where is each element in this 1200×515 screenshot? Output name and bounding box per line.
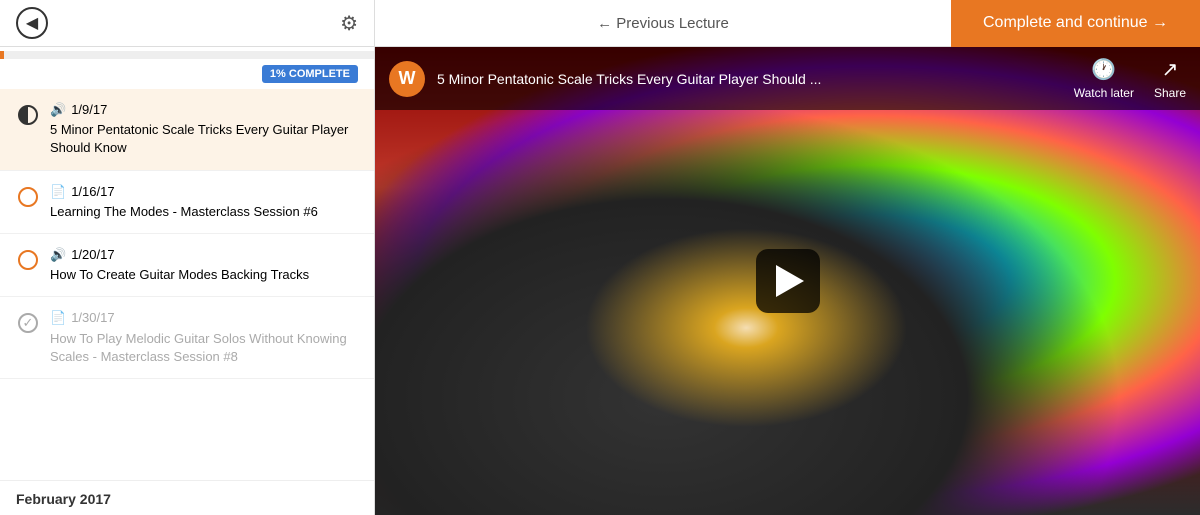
complete-continue-label: Complete and continue → bbox=[983, 14, 1168, 32]
channel-logo-text: W bbox=[399, 68, 416, 89]
item-4-icon: ✓ bbox=[16, 311, 40, 335]
sidebar: 1% COMPLETE 🔊 1/9/17 5 Minor Pentatonic … bbox=[0, 47, 375, 515]
speaker-icon-3: 🔊 bbox=[50, 246, 66, 264]
gray-check-icon-4: ✓ bbox=[18, 313, 38, 333]
watch-later-button[interactable]: 🕐 Watch later bbox=[1074, 57, 1134, 100]
sidebar-item-3[interactable]: 🔊 1/20/17 How To Create Guitar Modes Bac… bbox=[0, 234, 374, 297]
orange-circle-icon-2 bbox=[18, 187, 38, 207]
share-icon: ↗ bbox=[1162, 57, 1179, 82]
month-label: February 2017 bbox=[16, 491, 111, 507]
item-4-date: 1/30/17 bbox=[71, 309, 114, 327]
sidebar-item-2[interactable]: 📄 1/16/17 Learning The Modes - Mastercla… bbox=[0, 171, 374, 234]
half-circle-icon bbox=[18, 105, 38, 125]
item-1-title: 5 Minor Pentatonic Scale Tricks Every Gu… bbox=[50, 122, 348, 155]
sidebar-items: 🔊 1/9/17 5 Minor Pentatonic Scale Tricks… bbox=[0, 89, 374, 480]
header-left: ◀ ⚙ bbox=[0, 0, 375, 46]
video-overlay-top: W 5 Minor Pentatonic Scale Tricks Every … bbox=[375, 47, 1200, 110]
item-3-title: How To Create Guitar Modes Backing Track… bbox=[50, 267, 309, 282]
previous-lecture-button[interactable]: ← Previous Lecture bbox=[375, 15, 951, 32]
video-area: W 5 Minor Pentatonic Scale Tricks Every … bbox=[375, 47, 1200, 515]
orange-circle-icon-3 bbox=[18, 250, 38, 270]
doc-icon-4: 📄 bbox=[50, 309, 66, 327]
item-2-title: Learning The Modes - Masterclass Session… bbox=[50, 204, 318, 219]
progress-bar-fill bbox=[0, 51, 4, 59]
item-4-text: 📄 1/30/17 How To Play Melodic Guitar Sol… bbox=[50, 309, 358, 366]
item-3-icon bbox=[16, 248, 40, 272]
play-button[interactable] bbox=[756, 249, 820, 313]
watch-later-label: Watch later bbox=[1074, 86, 1134, 100]
complete-continue-button[interactable]: Complete and continue → bbox=[951, 0, 1200, 47]
sidebar-item-4[interactable]: ✓ 📄 1/30/17 How To Play Melodic Guitar S… bbox=[0, 297, 374, 379]
item-1-date-row: 🔊 1/9/17 bbox=[50, 101, 358, 119]
sidebar-item-1[interactable]: 🔊 1/9/17 5 Minor Pentatonic Scale Tricks… bbox=[0, 89, 374, 171]
progress-badge: 1% COMPLETE bbox=[262, 65, 358, 83]
channel-logo: W bbox=[389, 61, 425, 97]
item-3-text: 🔊 1/20/17 How To Create Guitar Modes Bac… bbox=[50, 246, 309, 284]
video-placeholder: W 5 Minor Pentatonic Scale Tricks Every … bbox=[375, 47, 1200, 515]
progress-bar-container bbox=[0, 51, 374, 59]
share-button[interactable]: ↗ Share bbox=[1154, 57, 1186, 100]
item-1-text: 🔊 1/9/17 5 Minor Pentatonic Scale Tricks… bbox=[50, 101, 358, 158]
sidebar-month: February 2017 bbox=[0, 480, 374, 515]
header: ◀ ⚙ ← Previous Lecture Complete and cont… bbox=[0, 0, 1200, 47]
speaker-icon-1: 🔊 bbox=[50, 101, 66, 119]
video-actions: 🕐 Watch later ↗ Share bbox=[1074, 57, 1186, 100]
item-1-date: 1/9/17 bbox=[71, 101, 107, 119]
item-2-date: 1/16/17 bbox=[71, 183, 114, 201]
clock-icon: 🕐 bbox=[1091, 57, 1116, 82]
progress-label-row: 1% COMPLETE bbox=[0, 59, 374, 89]
item-1-icon bbox=[16, 103, 40, 127]
main-content: 1% COMPLETE 🔊 1/9/17 5 Minor Pentatonic … bbox=[0, 47, 1200, 515]
item-2-icon bbox=[16, 185, 40, 209]
item-4-title: How To Play Melodic Guitar Solos Without… bbox=[50, 331, 347, 364]
back-button[interactable]: ◀ bbox=[16, 7, 48, 39]
item-3-date-row: 🔊 1/20/17 bbox=[50, 246, 309, 264]
item-2-date-row: 📄 1/16/17 bbox=[50, 183, 318, 201]
previous-lecture-label: ← Previous Lecture bbox=[597, 15, 729, 32]
play-triangle-icon bbox=[776, 265, 804, 297]
item-3-date: 1/20/17 bbox=[71, 246, 114, 264]
item-2-text: 📄 1/16/17 Learning The Modes - Mastercla… bbox=[50, 183, 318, 221]
share-label: Share bbox=[1154, 86, 1186, 100]
doc-icon-2: 📄 bbox=[50, 183, 66, 201]
video-title: 5 Minor Pentatonic Scale Tricks Every Gu… bbox=[437, 71, 1062, 87]
item-4-date-row: 📄 1/30/17 bbox=[50, 309, 358, 327]
settings-button[interactable]: ⚙ bbox=[340, 11, 358, 36]
